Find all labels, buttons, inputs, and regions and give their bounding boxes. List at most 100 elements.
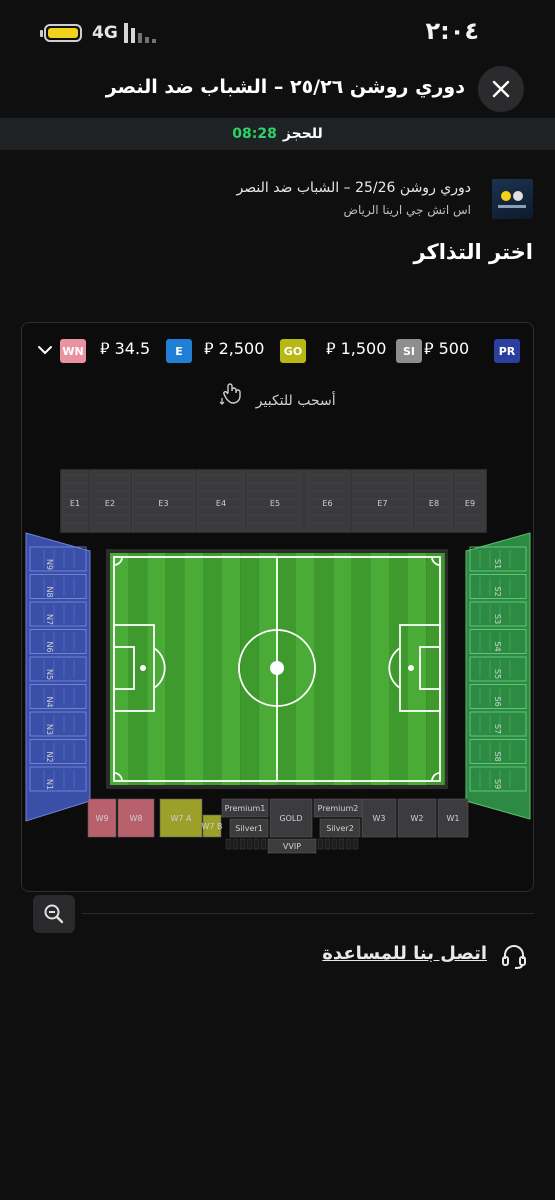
section-label: GOLD — [279, 814, 302, 823]
section-label: N7 — [45, 614, 54, 625]
zoom-out-button[interactable] — [33, 895, 75, 933]
section-w3[interactable]: W3 — [361, 798, 397, 838]
timer-value: 08:28 — [232, 126, 277, 142]
section-label: S7 — [493, 724, 502, 734]
timer-label: للحجز — [282, 126, 323, 142]
legend-badge-e[interactable]: E — [166, 339, 192, 363]
stadium-map[interactable]: N9 N8 N7 N6 N5 N4 N3 N2 N1 S1 S2 S3 S4 S5 S6 S7 S8 S9 E1… — [22, 463, 534, 863]
section-label: N6 — [45, 642, 54, 653]
close-icon — [492, 80, 510, 98]
page-title: دوري روشن ٢٥/٢٦ – الشباب ضد النصر — [105, 76, 465, 98]
section-label: E6 — [322, 499, 332, 508]
section-label: S8 — [493, 752, 502, 762]
section-label: Premium2 — [318, 804, 359, 813]
pitch — [106, 549, 448, 789]
legend-price-e: ⃁ 34.5 — [100, 339, 151, 358]
section-label: E1 — [70, 499, 80, 508]
section-label: E9 — [465, 499, 475, 508]
close-button[interactable] — [478, 66, 524, 112]
section-label: W2 — [411, 814, 424, 823]
section-label: S3 — [493, 614, 502, 624]
legend-badge-wn[interactable]: WN — [60, 339, 86, 363]
section-silver1[interactable]: Silver1 — [229, 818, 269, 838]
event-thumbnail — [492, 179, 533, 219]
section-label: Silver1 — [235, 824, 263, 833]
battery-icon — [40, 24, 82, 42]
drag-hint-label: أسحب للتكبير — [255, 393, 336, 409]
section-e2[interactable]: E2 — [89, 470, 131, 532]
section-label: VVIP — [283, 842, 301, 851]
section-label: W9 — [96, 814, 109, 823]
chevron-down-icon[interactable] — [34, 339, 56, 361]
help-link[interactable]: اتصل بنا للمساعدة — [322, 943, 487, 964]
section-label: W8 — [130, 814, 143, 823]
legend-badge-go[interactable]: GO — [280, 339, 306, 363]
section-premium2[interactable]: Premium2 — [313, 798, 363, 818]
section-label: W7 A — [170, 814, 192, 823]
section-e6[interactable]: E6 — [304, 470, 351, 532]
section-w1[interactable]: W1 — [437, 798, 469, 838]
section-label: E7 — [377, 499, 387, 508]
section-label: E2 — [105, 499, 115, 508]
section-label: N9 — [45, 559, 54, 570]
section-e4[interactable]: E4 — [196, 470, 246, 532]
header: دوري روشن ٢٥/٢٦ – الشباب ضد النصر — [0, 66, 555, 120]
section-label: S4 — [493, 642, 502, 652]
section-label: E3 — [158, 499, 168, 508]
section-label: E8 — [429, 499, 439, 508]
section-label: Premium1 — [225, 804, 266, 813]
section-w7-a[interactable]: W7 A — [159, 798, 203, 838]
section-e1[interactable]: E1 — [61, 470, 89, 532]
pinch-zoom-icon — [219, 383, 242, 405]
section-w7-b[interactable]: W7 B — [201, 814, 223, 838]
section-label: N4 — [45, 697, 54, 708]
section-label: W3 — [373, 814, 386, 823]
booking-timer: للحجز 08:28 — [0, 118, 555, 150]
legend-badge-pr[interactable]: PR — [494, 339, 520, 363]
section-e9[interactable]: E9 — [454, 470, 486, 532]
section-w2[interactable]: W2 — [397, 798, 437, 838]
section-title: اختر التذاكر — [413, 240, 533, 264]
drag-hint: أسحب للتكبير — [22, 379, 533, 409]
legend-price-si: ⃁ 1,500 — [326, 339, 387, 358]
legend-price-pr: ⃁ 500 — [424, 339, 470, 358]
event-name: دوري روشن 25/26 – الشباب ضد النصر — [236, 180, 472, 196]
section-label: N8 — [45, 587, 54, 598]
section-label: E4 — [216, 499, 226, 508]
signal-icon — [124, 23, 156, 43]
north-stand[interactable] — [25, 532, 91, 822]
seat-map-card: PR ⃁ 500 SI ⃁ 1,500 GO ⃁ 2,500 E ⃁ 34.5 WN أسحب … — [21, 322, 534, 892]
legend-price-go: ⃁ 2,500 — [204, 339, 265, 358]
event-venue: اس اتش جي ارينا الرياض — [343, 203, 472, 217]
divider — [82, 913, 534, 914]
section-label: N3 — [45, 724, 54, 735]
status-bar: 4G ٢:٠٤ — [0, 0, 555, 66]
section-label: N2 — [45, 752, 54, 763]
section-label: N5 — [45, 669, 54, 680]
section-gold[interactable]: GOLD — [269, 798, 313, 838]
section-e7[interactable]: E7 — [351, 470, 414, 532]
section-label: S5 — [493, 669, 502, 679]
status-time: ٢:٠٤ — [425, 17, 479, 45]
section-e5[interactable]: E5 — [246, 470, 304, 532]
price-legend: PR ⃁ 500 SI ⃁ 1,500 GO ⃁ 2,500 E ⃁ 34.5 WN — [32, 337, 523, 365]
section-vvip[interactable]: VVIP — [267, 838, 317, 854]
network-type: 4G — [92, 23, 118, 43]
section-e8[interactable]: E8 — [414, 470, 454, 532]
section-e3[interactable]: E3 — [131, 470, 196, 532]
section-label: N1 — [45, 779, 54, 790]
section-silver2[interactable]: Silver2 — [319, 818, 361, 838]
section-w8[interactable]: W8 — [117, 798, 155, 838]
legend-badge-si[interactable]: SI — [396, 339, 422, 363]
section-label: E5 — [270, 499, 280, 508]
section-label: Silver2 — [326, 824, 354, 833]
section-label: S2 — [493, 587, 502, 597]
section-label: W7 B — [201, 822, 222, 831]
headset-icon — [502, 945, 526, 969]
section-premium1[interactable]: Premium1 — [221, 798, 269, 818]
section-w9[interactable]: W9 — [87, 798, 117, 838]
section-label: S6 — [493, 697, 502, 707]
section-label: S9 — [493, 779, 502, 789]
section-label: S1 — [493, 559, 502, 569]
section-label: W1 — [447, 814, 460, 823]
